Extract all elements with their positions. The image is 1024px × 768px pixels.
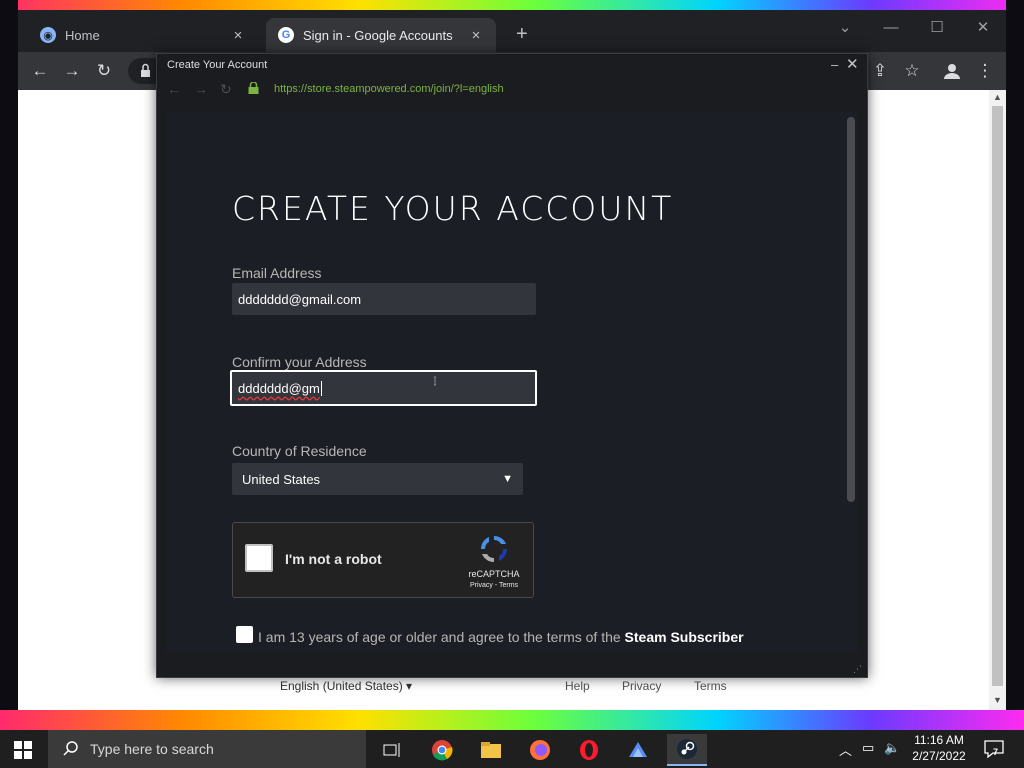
desktop-wallpaper bbox=[0, 710, 1024, 730]
clock-time: 11:16 AM bbox=[914, 733, 964, 747]
page-scrollbar[interactable]: ▲ ▼ bbox=[989, 90, 1006, 710]
google-favicon-icon: G bbox=[278, 27, 294, 43]
reload-icon[interactable]: ↻ bbox=[92, 59, 116, 83]
app-bird-icon[interactable] bbox=[618, 734, 658, 766]
forward-icon[interactable]: → bbox=[60, 59, 84, 83]
tab-label: Home bbox=[65, 27, 100, 43]
steam-taskbar-icon[interactable] bbox=[667, 734, 707, 766]
popup-title: Create Your Account bbox=[167, 59, 268, 71]
scrollbar-thumb[interactable] bbox=[992, 106, 1003, 686]
footer-help-link[interactable]: Help bbox=[565, 679, 590, 693]
task-view-icon[interactable] bbox=[372, 734, 412, 766]
popup-close-button[interactable]: ✕ bbox=[846, 55, 859, 73]
notification-count: 7 bbox=[993, 747, 999, 757]
recaptcha-logo-icon bbox=[481, 536, 507, 562]
country-label: Country of Residence bbox=[232, 443, 367, 459]
recaptcha-widget: I'm not a robot reCAPTCHA Privacy - Term… bbox=[232, 522, 534, 598]
tab-label: Sign in - Google Accounts bbox=[303, 27, 453, 43]
scroll-down-icon[interactable]: ▼ bbox=[989, 695, 1006, 705]
maximize-button[interactable]: ☐ bbox=[914, 16, 960, 40]
email-label: Email Address bbox=[232, 265, 322, 281]
tab-strip: ◉ Home × G Sign in - Google Accounts × +… bbox=[18, 10, 1006, 52]
taskbar-clock[interactable]: 11:16 AM 2/27/2022 bbox=[905, 732, 973, 764]
windows-start-icon[interactable] bbox=[14, 741, 32, 759]
search-placeholder: Type here to search bbox=[90, 741, 214, 757]
file-explorer-icon[interactable] bbox=[471, 734, 511, 766]
tab-google-signin[interactable]: G Sign in - Google Accounts × bbox=[266, 18, 496, 52]
ibeam-cursor-icon bbox=[434, 376, 436, 386]
footer-privacy-link[interactable]: Privacy bbox=[622, 679, 661, 693]
popup-back-icon[interactable]: ← bbox=[167, 81, 181, 97]
scroll-up-icon[interactable]: ▲ bbox=[989, 92, 1006, 102]
tab-home[interactable]: ◉ Home × bbox=[28, 18, 258, 52]
close-button[interactable]: ✕ bbox=[960, 16, 1006, 40]
tray-chevron-up-icon[interactable]: ︿ bbox=[839, 740, 852, 759]
recaptcha-label: I'm not a robot bbox=[285, 551, 382, 567]
recaptcha-checkbox[interactable] bbox=[245, 544, 273, 572]
popup-forward-icon[interactable]: → bbox=[194, 81, 208, 97]
volume-muted-icon[interactable]: 🔈 bbox=[884, 740, 900, 756]
chrome-favicon-icon: ◉ bbox=[40, 27, 56, 43]
agree-text: I am 13 years of age or older and agree … bbox=[258, 629, 621, 645]
resize-grip-icon[interactable]: ⋰ bbox=[853, 664, 862, 675]
windows-taskbar: Type here to search ︿ ▭ 🔈 11:16 AM 2/27/… bbox=[0, 730, 1024, 768]
tab-close-icon[interactable]: × bbox=[230, 27, 246, 44]
desktop-edge-right bbox=[1006, 0, 1024, 710]
menu-kebab-icon[interactable]: ⋮ bbox=[973, 59, 997, 83]
new-tab-button[interactable]: + bbox=[516, 24, 528, 44]
page-title: CREATE YOUR ACCOUNT bbox=[232, 189, 674, 228]
country-select[interactable]: United States ▼ bbox=[232, 463, 523, 495]
clock-date: 2/27/2022 bbox=[912, 749, 966, 763]
age-agree-label: I am 13 years of age or older and agree … bbox=[258, 629, 744, 645]
tab-search-icon[interactable]: ⌄ bbox=[822, 16, 868, 40]
country-value: United States bbox=[242, 471, 321, 487]
steam-subscriber-link[interactable]: Steam Subscriber bbox=[625, 629, 744, 645]
chrome-taskbar-icon[interactable] bbox=[422, 734, 462, 766]
taskbar-search-box[interactable]: Type here to search bbox=[48, 730, 366, 768]
desktop-edge-left bbox=[0, 0, 18, 710]
tab-close-icon[interactable]: × bbox=[468, 27, 484, 44]
signup-form-area: CREATE YOUR ACCOUNT Email Address dddddd… bbox=[166, 112, 858, 652]
email-field[interactable]: ddddddd@gmail.com bbox=[232, 283, 536, 315]
minimize-button[interactable]: — bbox=[868, 16, 914, 40]
chevron-down-icon: ▼ bbox=[502, 473, 513, 485]
content-scrollbar[interactable] bbox=[847, 117, 855, 502]
popup-url: https://store.steampowered.com/join/?l=e… bbox=[274, 83, 504, 95]
firefox-icon[interactable] bbox=[520, 734, 560, 766]
email-field-value: ddddddd@gmail.com bbox=[238, 291, 362, 307]
profile-icon[interactable] bbox=[940, 59, 964, 83]
opera-icon[interactable] bbox=[569, 734, 609, 766]
language-selector[interactable]: English (United States) ▾ bbox=[280, 679, 412, 693]
bookmark-star-icon[interactable]: ☆ bbox=[900, 59, 924, 83]
age-agree-checkbox[interactable] bbox=[236, 626, 253, 643]
popup-reload-icon[interactable]: ↻ bbox=[220, 81, 232, 98]
network-icon[interactable]: ▭ bbox=[862, 740, 874, 756]
confirm-email-value: ddddddd@gm bbox=[238, 380, 320, 396]
footer-terms-link[interactable]: Terms bbox=[694, 679, 727, 693]
recaptcha-privacy-terms[interactable]: Privacy - Terms bbox=[454, 582, 534, 589]
share-icon[interactable]: ⇪ bbox=[868, 59, 892, 83]
back-icon[interactable]: ← bbox=[28, 59, 52, 83]
text-caret bbox=[320, 380, 322, 396]
confirm-email-label: Confirm your Address bbox=[232, 354, 367, 370]
confirm-email-field[interactable]: ddddddd@gm bbox=[230, 370, 537, 406]
notification-center-icon[interactable]: 7 bbox=[983, 739, 1005, 759]
secure-lock-icon bbox=[248, 82, 259, 94]
popup-minimize-button[interactable]: – bbox=[831, 57, 838, 72]
steam-create-account-popup: Create Your Account – ✕ ← → ↻ https://st… bbox=[156, 53, 868, 678]
search-icon bbox=[63, 741, 78, 756]
recaptcha-brand: reCAPTCHA bbox=[468, 569, 520, 579]
